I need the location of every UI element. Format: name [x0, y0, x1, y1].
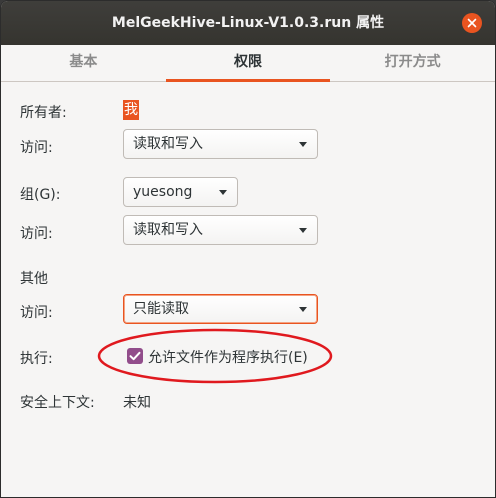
- chevron-down-icon: [299, 228, 307, 233]
- chevron-down-icon: [299, 307, 307, 312]
- group-access-dropdown[interactable]: 读取和写入: [123, 215, 318, 245]
- group-label: 组(G):: [20, 187, 61, 203]
- tab-open-with[interactable]: 打开方式: [330, 45, 495, 81]
- tab-basic[interactable]: 基本: [1, 45, 166, 81]
- others-access-dropdown[interactable]: 只能读取: [123, 294, 318, 324]
- execute-checkbox-label[interactable]: 允许文件作为程序执行(E): [148, 347, 308, 367]
- owner-access-dropdown[interactable]: 读取和写入: [123, 129, 318, 159]
- group-access-label: 访问:: [20, 226, 53, 242]
- properties-window: MelGeekHive-Linux-V1.0.3.run 属性 基本 权限 打开…: [0, 0, 496, 498]
- owner-label: 所有者:: [20, 105, 67, 121]
- owner-value: 我: [123, 100, 139, 120]
- title-bar[interactable]: MelGeekHive-Linux-V1.0.3.run 属性: [1, 1, 495, 45]
- window-title: MelGeekHive-Linux-V1.0.3.run 属性: [111, 15, 385, 31]
- group-dropdown[interactable]: yuesong: [123, 177, 238, 207]
- execute-checkbox[interactable]: [127, 348, 143, 364]
- others-access-value: 只能读取: [133, 301, 189, 317]
- tab-bar: 基本 权限 打开方式: [1, 45, 495, 82]
- others-access-label: 访问:: [20, 305, 53, 321]
- execute-label: 执行:: [20, 351, 53, 367]
- chevron-down-icon: [219, 190, 227, 195]
- group-value: yuesong: [133, 184, 193, 200]
- close-button[interactable]: [462, 13, 482, 33]
- close-icon: [467, 18, 477, 28]
- security-context-value: 未知: [123, 395, 151, 411]
- others-label: 其他: [20, 271, 48, 287]
- security-context-label: 安全上下文:: [20, 395, 95, 411]
- permissions-panel: 所有者: 我 访问: 读取和写入 组(G): yuesong 访问: 读取和写入…: [1, 82, 495, 497]
- chevron-down-icon: [299, 142, 307, 147]
- tab-permissions[interactable]: 权限: [165, 45, 331, 82]
- checkmark-icon: [129, 351, 141, 361]
- owner-access-value: 读取和写入: [133, 136, 203, 152]
- group-access-value: 读取和写入: [133, 222, 203, 238]
- owner-access-label: 访问:: [20, 140, 53, 156]
